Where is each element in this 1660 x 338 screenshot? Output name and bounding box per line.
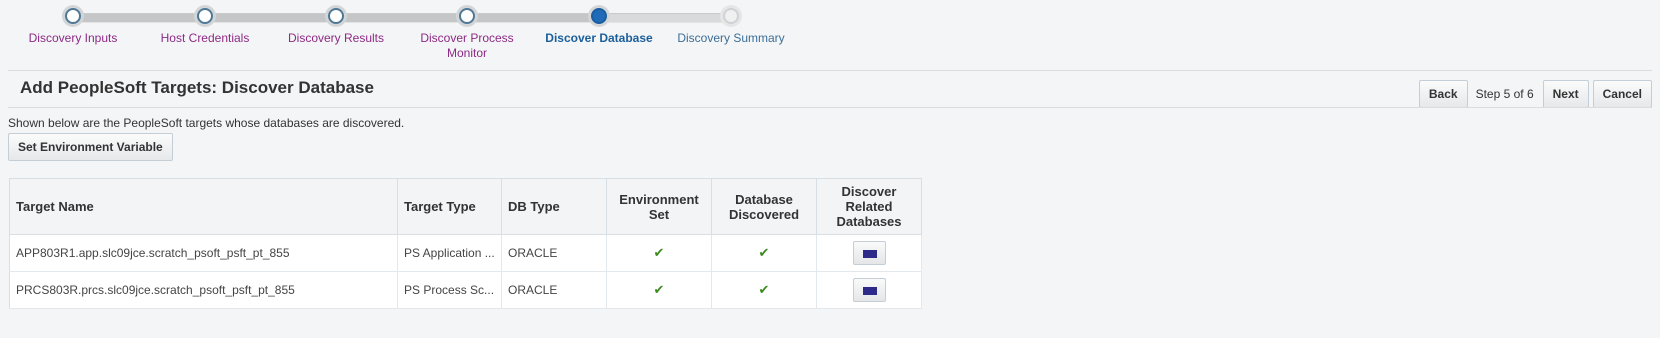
cell-target-type: PS Application ... <box>397 234 502 272</box>
train-step-label[interactable]: Discover Process Monitor <box>412 31 522 61</box>
next-button[interactable]: Next <box>1542 80 1589 108</box>
cell-target-name: PRCS803R.prcs.slc09jce.scratch_psoft_psf… <box>9 271 398 309</box>
train-step-label: Discover Database <box>545 31 653 45</box>
train-node-icon[interactable] <box>459 8 475 24</box>
cell-discover-related <box>816 271 922 309</box>
column-header-database-discovered[interactable]: Database Discovered <box>711 178 817 235</box>
train-step-discover-database: Discover Database <box>529 0 669 46</box>
train-step-label: Discovery Summary <box>677 31 785 45</box>
process-train: Discovery Inputs Host Credentials Discov… <box>0 0 900 70</box>
set-environment-variable-button[interactable]: Set Environment Variable <box>8 133 173 161</box>
train-step-discovery-inputs[interactable]: Discovery Inputs <box>3 0 143 46</box>
train-node-current-icon <box>591 8 607 24</box>
discover-related-databases-button[interactable] <box>852 278 886 302</box>
train-node-icon[interactable] <box>328 8 344 24</box>
back-button[interactable]: Back <box>1418 80 1468 108</box>
targets-table: Target Name Target Type DB Type Environm… <box>9 178 922 309</box>
train-step-discovery-results[interactable]: Discovery Results <box>266 0 406 46</box>
page-title: Add PeopleSoft Targets: Discover Databas… <box>20 78 374 97</box>
cell-db-type: ORACLE <box>501 271 607 309</box>
cell-discover-related <box>816 234 922 272</box>
discover-related-databases-button[interactable] <box>852 241 886 265</box>
table-row[interactable]: APP803R1.app.slc09jce.scratch_psoft_psft… <box>9 234 922 272</box>
column-header-environment-set[interactable]: Environment Set <box>606 178 712 235</box>
divider <box>8 70 1652 71</box>
column-header-target-type[interactable]: Target Type <box>397 178 502 235</box>
wizard-navigation: Back Step 5 of 6 Next Cancel <box>1415 80 1652 108</box>
train-step-host-credentials[interactable]: Host Credentials <box>135 0 275 46</box>
column-header-target-name[interactable]: Target Name <box>9 178 398 235</box>
discover-databases-icon <box>862 287 877 295</box>
discover-databases-icon <box>862 250 877 258</box>
train-node-icon[interactable] <box>65 8 81 24</box>
checkmark-icon: ✔ <box>653 245 665 260</box>
cell-environment-set: ✔ <box>606 234 712 272</box>
cancel-button[interactable]: Cancel <box>1592 80 1652 108</box>
train-node-future-icon <box>723 8 739 24</box>
train-step-discover-process-monitor[interactable]: Discover Process Monitor <box>412 0 522 61</box>
cell-environment-set: ✔ <box>606 271 712 309</box>
train-step-label[interactable]: Discovery Results <box>266 31 406 46</box>
cell-target-type: PS Process Sc... <box>397 271 502 309</box>
table-row[interactable]: PRCS803R.prcs.slc09jce.scratch_psoft_psf… <box>9 271 922 309</box>
cell-target-name: APP803R1.app.slc09jce.scratch_psoft_psft… <box>9 234 398 272</box>
page-description: Shown below are the PeopleSoft targets w… <box>8 116 405 130</box>
checkmark-icon: ✔ <box>758 245 770 260</box>
train-step-label[interactable]: Host Credentials <box>135 31 275 46</box>
step-indicator: Step 5 of 6 <box>1475 87 1534 101</box>
divider <box>8 107 1652 108</box>
checkmark-icon: ✔ <box>653 282 665 297</box>
train-node-icon[interactable] <box>197 8 213 24</box>
cell-db-type: ORACLE <box>501 234 607 272</box>
column-header-discover-related-databases[interactable]: Discover Related Databases <box>816 178 922 235</box>
cell-database-discovered: ✔ <box>711 234 817 272</box>
train-step-discovery-summary: Discovery Summary <box>661 0 801 46</box>
cell-database-discovered: ✔ <box>711 271 817 309</box>
train-step-label[interactable]: Discovery Inputs <box>3 31 143 46</box>
checkmark-icon: ✔ <box>758 282 770 297</box>
table-header-row: Target Name Target Type DB Type Environm… <box>9 178 922 235</box>
column-header-db-type[interactable]: DB Type <box>501 178 607 235</box>
